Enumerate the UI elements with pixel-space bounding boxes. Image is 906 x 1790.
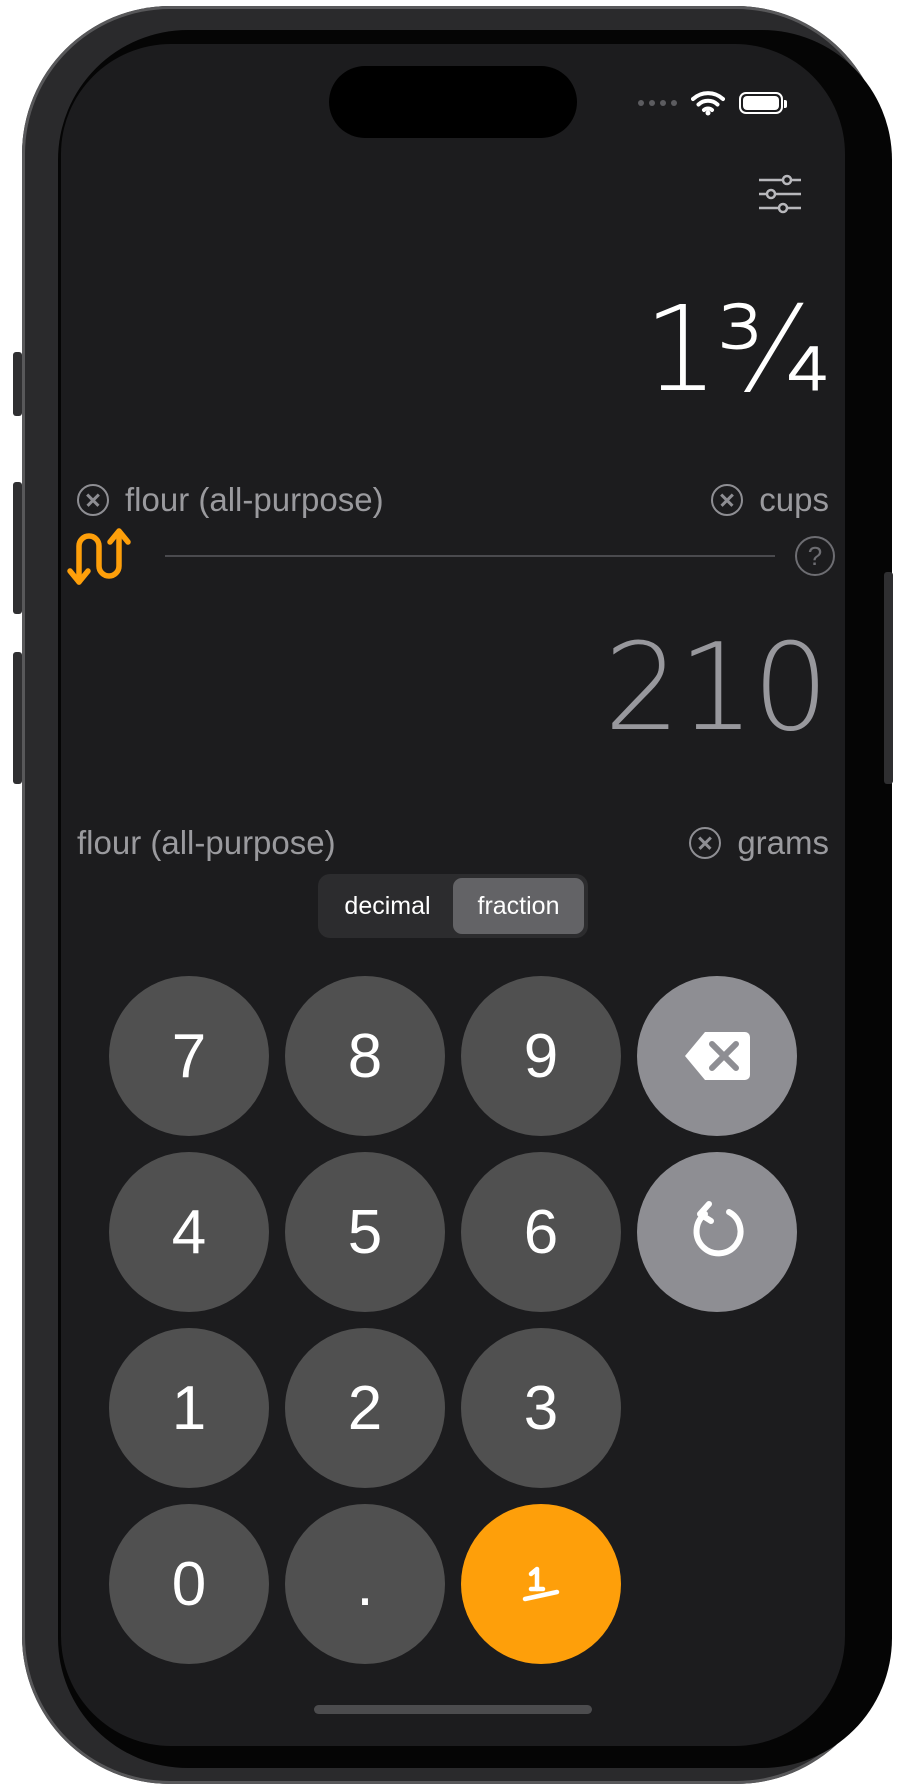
key-6[interactable]: 6: [461, 1152, 621, 1312]
output-ingredient-label: flour (all-purpose): [77, 824, 336, 861]
output-value: 210: [603, 619, 829, 758]
output-ingredient-selector[interactable]: flour (all-purpose): [77, 824, 336, 862]
volume-up-button: [13, 482, 22, 614]
battery-icon: [739, 92, 787, 114]
key-0[interactable]: 0: [109, 1504, 269, 1664]
backspace-button[interactable]: [637, 976, 797, 1136]
signal-dots-icon: [638, 100, 677, 106]
output-unit-label: grams: [737, 824, 829, 861]
volume-down-button: [13, 652, 22, 784]
format-toggle: decimal fraction: [318, 874, 588, 938]
key-9[interactable]: 9: [461, 976, 621, 1136]
decimal-option[interactable]: decimal: [322, 878, 453, 934]
output-meta-row: flour (all-purpose) grams: [77, 823, 829, 863]
clear-output-unit-icon[interactable]: [689, 827, 722, 859]
input-ingredient-selector[interactable]: flour (all-purpose): [77, 481, 384, 519]
key-3[interactable]: 3: [461, 1328, 621, 1488]
reset-icon: [693, 1201, 744, 1257]
fraction-icon: [522, 1566, 560, 1602]
input-value: 1¾: [643, 280, 831, 418]
wifi-icon: [691, 91, 725, 116]
input-meta-row: flour (all-purpose) cups: [77, 480, 829, 520]
input-ingredient-label: flour (all-purpose): [125, 481, 384, 518]
key-1[interactable]: 1: [109, 1328, 269, 1488]
status-bar: [638, 90, 787, 116]
fraction-option[interactable]: fraction: [453, 878, 584, 934]
reset-button[interactable]: [637, 1152, 797, 1312]
key-decimal-point[interactable]: .: [285, 1504, 445, 1664]
swap-arrows-icon[interactable]: [67, 524, 131, 588]
key-4[interactable]: 4: [109, 1152, 269, 1312]
input-unit-selector[interactable]: cups: [711, 481, 829, 519]
fraction-button[interactable]: [461, 1504, 621, 1664]
settings-sliders-icon[interactable]: [757, 174, 803, 214]
dynamic-island: [329, 66, 577, 138]
power-button: [884, 572, 893, 784]
app-screen: 1¾ flour (all-purpose) cups ? 210 flour …: [61, 44, 845, 1746]
key-7[interactable]: 7: [109, 976, 269, 1136]
input-unit-label: cups: [759, 481, 829, 518]
output-unit-selector[interactable]: grams: [689, 824, 829, 862]
swap-row: ?: [67, 524, 835, 588]
key-5[interactable]: 5: [285, 1152, 445, 1312]
key-2[interactable]: 2: [285, 1328, 445, 1488]
home-indicator[interactable]: [314, 1705, 592, 1714]
help-question-icon[interactable]: ?: [795, 536, 835, 576]
action-button: [13, 352, 22, 416]
divider: [165, 555, 775, 557]
clear-unit-icon[interactable]: [711, 484, 744, 516]
backspace-icon: [685, 1032, 750, 1080]
clear-ingredient-icon[interactable]: [77, 484, 109, 516]
key-8[interactable]: 8: [285, 976, 445, 1136]
